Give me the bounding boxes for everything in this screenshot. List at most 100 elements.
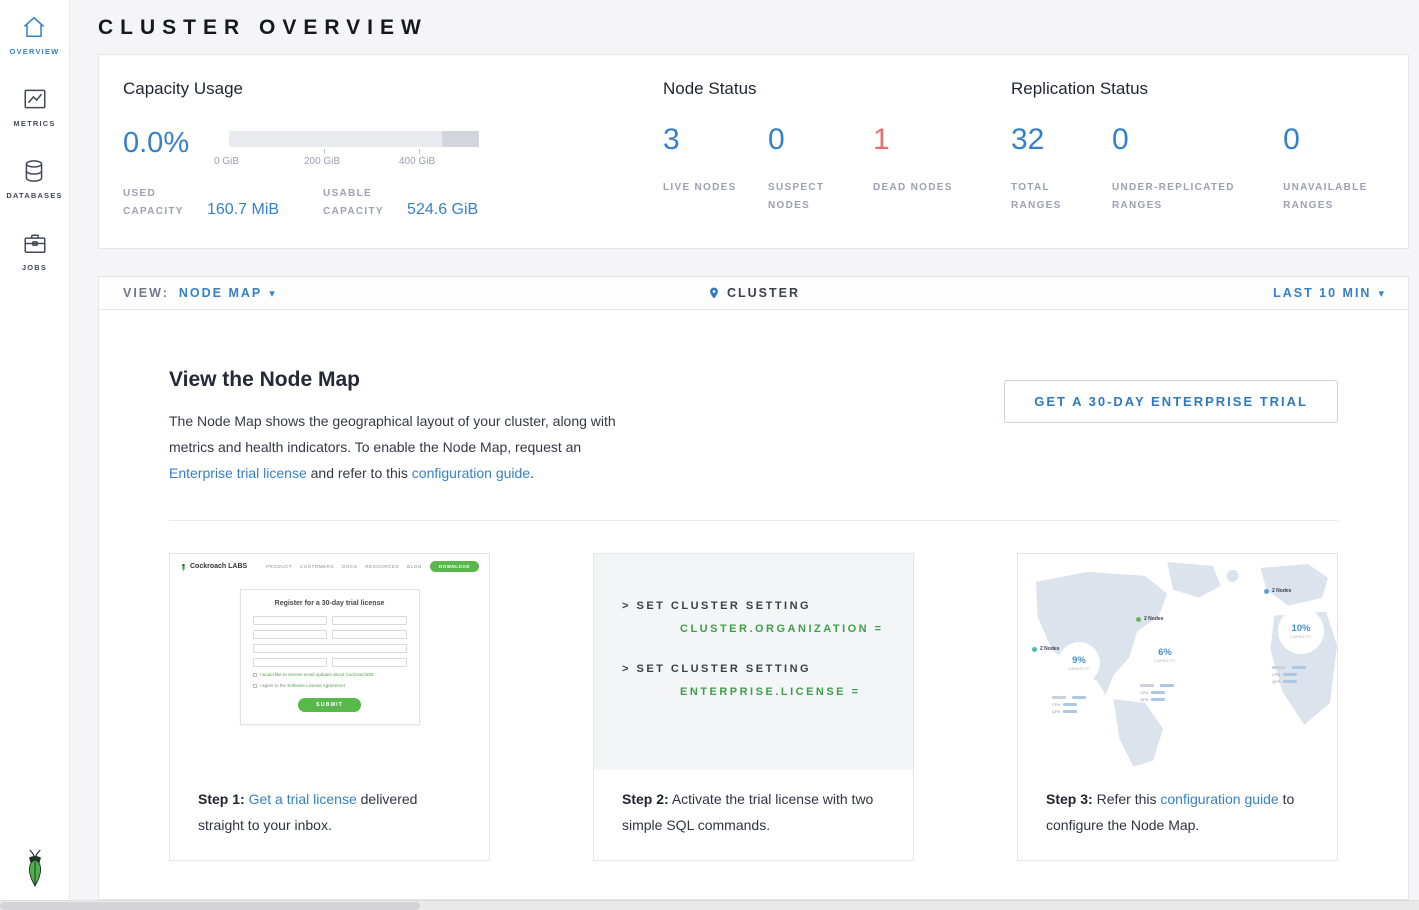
step-2-label: Step 2:: [622, 791, 669, 807]
capacity-usage-section: Capacity Usage 0.0% 0 GiB 200 GiB 400 Gi…: [123, 79, 663, 218]
capacity-label: CAPACITY: [1068, 667, 1089, 671]
live-nodes-stat: 3 LIVE NODES: [663, 123, 768, 214]
cluster-summary-card: Capacity Usage 0.0% 0 GiB 200 GiB 400 Gi…: [98, 54, 1409, 249]
view-bar: VIEW: NODE MAP ▾ CLUSTER LAST 10 MIN ▾: [98, 276, 1409, 310]
sql-argument: CLUSTER.ORGANIZATION =: [680, 623, 913, 635]
dead-nodes-label: DEAD NODES: [873, 179, 965, 197]
divider: [169, 520, 1338, 521]
mini-input-field: [253, 630, 328, 639]
mini-checkbox-row: I would like to receive email updates ab…: [253, 672, 407, 678]
mini-checkbox-text: I agree to the: [260, 683, 288, 688]
suspect-nodes-value: 0: [768, 123, 873, 157]
sidebar-item-label: DATABASES: [6, 191, 62, 200]
enterprise-trial-license-link[interactable]: Enterprise trial license: [169, 465, 307, 481]
mini-registration-form: Register for a 30-day trial license: [240, 589, 420, 725]
sidebar-item-label: JOBS: [22, 263, 47, 272]
capacity-bar: [229, 131, 479, 147]
step-3-text: Refer this: [1097, 791, 1161, 807]
step-2-card: > SET CLUSTER SETTING CLUSTER.ORGANIZATI…: [593, 553, 914, 861]
node-map-title: View the Node Map: [169, 368, 627, 392]
view-label: VIEW:: [123, 286, 169, 300]
node-map-intro: View the Node Map The Node Map shows the…: [169, 368, 627, 486]
time-range-selector[interactable]: LAST 10 MIN ▾: [1273, 286, 1384, 300]
capacity-percent: 9%: [1072, 655, 1086, 666]
mini-input-field: [332, 616, 407, 625]
breadcrumb: CLUSTER: [707, 285, 800, 301]
scrollbar-thumb[interactable]: [0, 902, 420, 910]
sidebar-item-overview[interactable]: OVERVIEW: [10, 14, 60, 56]
sidebar-item-label: OVERVIEW: [10, 47, 60, 56]
tick-label: 0 GiB: [214, 156, 239, 167]
page-title: CLUSTER OVERVIEW: [98, 0, 1409, 40]
sidebar-item-metrics[interactable]: METRICS: [13, 86, 55, 128]
node-count: 2 Nodes: [1272, 588, 1291, 594]
horizontal-scrollbar[interactable]: [0, 900, 1419, 910]
capacity-percent: 10%: [1291, 623, 1310, 634]
configuration-guide-link[interactable]: configuration guide: [1160, 791, 1278, 807]
metrics-icon: [22, 86, 48, 112]
description-text: The Node Map shows the geographical layo…: [169, 413, 616, 455]
step-3-label: Step 3:: [1046, 791, 1093, 807]
mini-download-button: DOWNLOAD: [430, 561, 479, 572]
mini-input-field: [253, 616, 328, 625]
capacity-percent: 6%: [1158, 647, 1172, 658]
qps-label: QPS: [1052, 709, 1060, 714]
sql-command: > SET CLUSTER SETTING: [622, 663, 913, 675]
sql-argument: ENTERPRISE.LICENSE =: [680, 686, 913, 698]
get-trial-license-link[interactable]: Get a trial license: [249, 791, 357, 807]
mini-nav-links: PRODUCT CUSTOMERS DOCS RESOURCES BLOG: [247, 564, 422, 569]
step-1-label: Step 1:: [198, 791, 245, 807]
node-group-label: 2 Nodes: [1264, 588, 1291, 596]
stat-bar: [1063, 710, 1077, 713]
live-nodes-label: LIVE NODES: [663, 179, 755, 197]
view-value: NODE MAP: [179, 286, 262, 300]
breadcrumb-cluster: CLUSTER: [727, 286, 800, 300]
stat-bar: [1052, 696, 1066, 699]
under-replicated-ranges-stat: 0 UNDER-REPLICATED RANGES: [1112, 123, 1283, 214]
cockroach-logo-icon: [20, 847, 50, 894]
usable-capacity-label: USABLE CAPACITY: [323, 185, 403, 220]
sql-command: > SET CLUSTER SETTING: [622, 600, 913, 612]
stat-bar: [1283, 673, 1297, 676]
used-capacity-value: 160.7 MiB: [207, 201, 279, 219]
app-root: OVERVIEW METRICS DATABASES JOBS: [0, 0, 1419, 910]
configuration-guide-link[interactable]: configuration guide: [412, 465, 530, 481]
mini-checkbox-text: I would like to receive email updates ab…: [260, 672, 374, 678]
sidebar-item-label: METRICS: [13, 119, 55, 128]
stat-bar: [1140, 684, 1154, 687]
node-group-label: 2 Nodes: [1136, 616, 1163, 624]
cpu-label: CPU: [1052, 702, 1060, 707]
node-status-title: Node Status: [663, 79, 1011, 99]
step-1-card: Cockroach LABS PRODUCT CUSTOMERS DOCS RE…: [169, 553, 490, 861]
qps-label: QPS: [1272, 679, 1280, 684]
stat-bar: [1151, 698, 1165, 701]
view-selector[interactable]: VIEW: NODE MAP ▾: [123, 286, 275, 300]
sidebar-item-jobs[interactable]: JOBS: [22, 230, 48, 272]
capacity-donut: 10% CAPACITY: [1278, 608, 1324, 654]
total-ranges-label: TOTAL RANGES: [1011, 179, 1103, 214]
total-ranges-value: 32: [1011, 123, 1112, 157]
total-ranges-stat: 32 TOTAL RANGES: [1011, 123, 1112, 214]
mini-form-title: Register for a 30-day trial license: [253, 600, 407, 607]
registration-page-preview: Cockroach LABS PRODUCT CUSTOMERS DOCS RE…: [170, 554, 489, 770]
mini-input-field: [253, 644, 407, 653]
node-dot-icon: [1032, 647, 1037, 652]
briefcase-icon: [22, 230, 48, 256]
tick-label: 200 GiB: [304, 156, 340, 167]
home-icon: [21, 14, 47, 40]
cpu-label: CPU: [1140, 690, 1148, 695]
node-status-section: Node Status 3 LIVE NODES 0 SUSPECT NODES…: [663, 79, 1011, 218]
capacity-donut: 6% CAPACITY: [1146, 636, 1184, 674]
unavailable-ranges-label: UNAVAILABLE RANGES: [1283, 179, 1375, 214]
description-text: .: [530, 465, 534, 481]
qps-label: QPS: [1140, 697, 1148, 702]
suspect-nodes-stat: 0 SUSPECT NODES: [768, 123, 873, 214]
checkbox-icon: [253, 673, 257, 677]
region-stats: CPU QPS: [1052, 696, 1086, 717]
sidebar-item-databases[interactable]: DATABASES: [6, 158, 62, 200]
cpu-label: CPU: [1272, 672, 1280, 677]
enterprise-trial-button[interactable]: GET A 30-DAY ENTERPRISE TRIAL: [1004, 380, 1338, 423]
node-dot-icon: [1136, 617, 1141, 622]
stat-bar: [1151, 691, 1165, 694]
step-3-node-map-preview: 2 Nodes 9% CAPACITY CPU QPS: [1018, 554, 1337, 770]
